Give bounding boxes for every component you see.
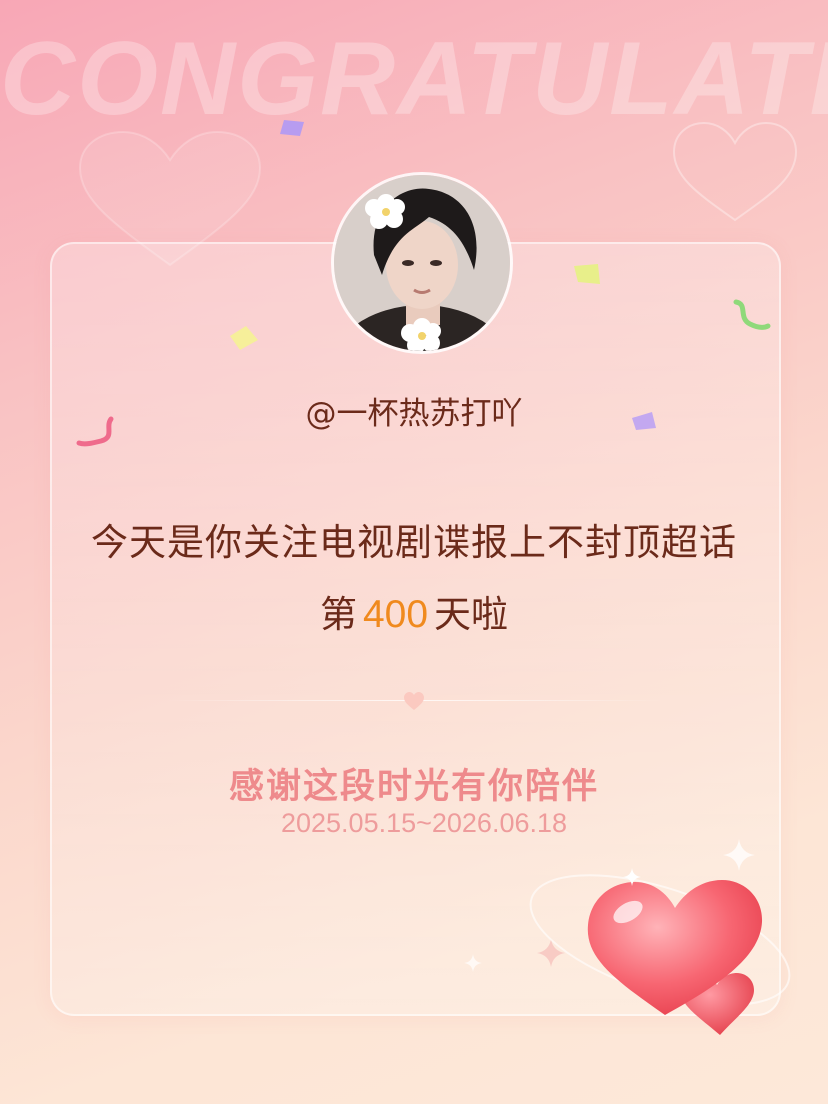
confetti-purple-icon — [280, 120, 304, 136]
day-count-prefix: 第 — [319, 593, 357, 636]
day-count-suffix: 天啦 — [434, 593, 509, 636]
confetti-yellow-icon — [574, 264, 600, 284]
avatar[interactable] — [331, 172, 513, 354]
user-handle: @一杯热苏打吖 — [305, 396, 523, 432]
follow-message-line: 今天是你关注电视剧谍报上不封顶超话 — [91, 521, 737, 564]
small-heart-icon — [404, 692, 424, 710]
avatar-image — [334, 175, 510, 351]
day-count-line: 第 400 天啦 — [0, 584, 828, 638]
day-count-number: 400 — [362, 593, 429, 636]
confetti-pink-ribbon-icon — [76, 416, 114, 447]
heart-decoration-icon — [529, 868, 791, 1035]
thanks-message: 感谢这段时光有你陪伴 — [228, 767, 599, 807]
confetti-purple-small-icon — [632, 412, 656, 430]
sparkle-tiny-icon — [464, 954, 482, 972]
confetti-yellow-small-icon — [230, 326, 258, 350]
confetti-green-ribbon-icon — [733, 299, 771, 330]
background-heart-outline-icon — [672, 121, 798, 222]
